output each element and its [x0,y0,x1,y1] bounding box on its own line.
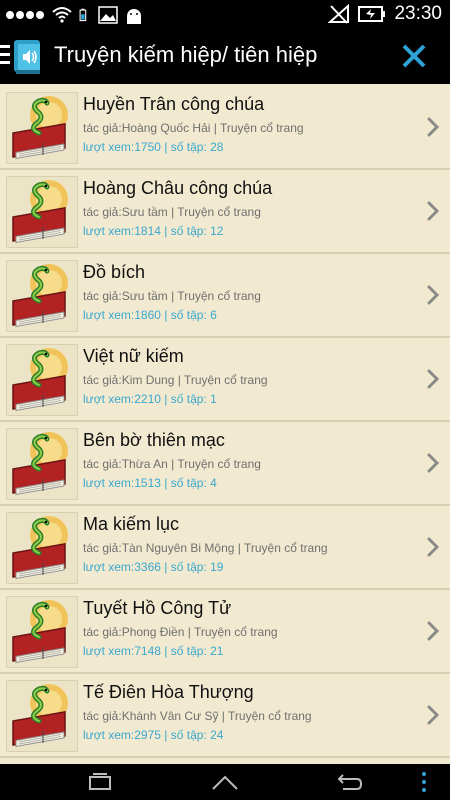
story-stats: lượt xem:7148 | số tập: 21 [83,644,224,658]
story-title: Tuyết Hồ Công Tử [83,598,232,618]
book-thumbnail [6,260,78,332]
story-author-genre: tác giả:Phong Điền | Truyện cổ trang [83,625,278,639]
story-stats: lượt xem:1513 | số tập: 4 [83,476,217,490]
back-icon[interactable] [333,770,365,794]
book-thumbnail [6,596,78,668]
battery-charging-icon [358,6,386,22]
drawer-menu-icon[interactable] [0,45,10,67]
snake-book-icon [12,96,68,160]
chevron-right-icon[interactable] [426,536,440,558]
story-stats: lượt xem:2210 | số tập: 1 [83,392,217,406]
overflow-menu-icon[interactable] [416,770,432,794]
book-thumbnail [6,680,78,752]
book-thumbnail [6,428,78,500]
image-icon [98,6,118,24]
snake-book-icon [12,180,68,244]
story-list: Huyền Trân công chúa tác giả:Hoàng Quốc … [0,86,450,764]
story-author-genre: tác giả:Tàn Nguyên Bi Mộng | Truyện cổ t… [83,541,328,555]
story-title: Tế Điên Hòa Thượng [83,682,254,702]
story-list-item[interactable]: Việt nữ kiếm tác giả:Kim Dung | Truyện c… [0,338,450,422]
wifi-icon [52,7,72,23]
navigation-bar [0,764,450,800]
story-list-item[interactable]: Ma kiếm lục tác giả:Tàn Nguyên Bi Mộng |… [0,506,450,590]
book-thumbnail [6,92,78,164]
page-title: Truyện kiếm hiệp/ tiên hiệp [54,42,318,67]
snake-book-icon [12,348,68,412]
battery-icon [79,8,87,22]
close-icon[interactable] [398,40,430,72]
android-icon [127,9,141,24]
story-list-item[interactable]: Hoàng Châu công chúa tác giả:Sưu tầm | T… [0,170,450,254]
story-author-genre: tác giả:Khánh Vân Cư Sỹ | Truyện cổ tran… [83,709,312,723]
story-title: Ma kiếm lục [83,514,180,534]
no-signal-icon [328,4,350,24]
chevron-right-icon[interactable] [426,704,440,726]
story-stats: lượt xem:1750 | số tập: 28 [83,140,224,154]
story-title: Huyền Trân công chúa [83,94,265,114]
book-thumbnail [6,512,78,584]
story-author-genre: tác giả:Hoàng Quốc Hải | Truyện cổ trang [83,121,304,135]
story-title: Hoàng Châu công chúa [83,178,273,198]
book-thumbnail [6,344,78,416]
story-stats: lượt xem:2975 | số tập: 24 [83,728,224,742]
snake-book-icon [12,600,68,664]
chevron-right-icon[interactable] [426,368,440,390]
story-list-item[interactable]: Bên bờ thiên mạc tác giả:Thừa An | Truyệ… [0,422,450,506]
story-list-item[interactable]: Đồ bích tác giả:Sưu tầm | Truyện cổ tran… [0,254,450,338]
recent-apps-icon[interactable] [84,770,116,794]
story-list-item[interactable]: Tuyết Hồ Công Tử tác giả:Phong Điền | Tr… [0,590,450,674]
chevron-right-icon[interactable] [426,200,440,222]
story-title: Đồ bích [83,262,146,282]
chevron-right-icon[interactable] [426,620,440,642]
snake-book-icon [12,684,68,748]
story-list-item[interactable]: Tế Điên Hòa Thượng tác giả:Khánh Vân Cư … [0,674,450,758]
signal-dots-icon [6,6,46,24]
snake-book-icon [12,264,68,328]
story-author-genre: tác giả:Kim Dung | Truyện cổ trang [83,373,268,387]
snake-book-icon [12,432,68,496]
status-icons-right: 23:30 [328,3,442,25]
chevron-right-icon[interactable] [426,116,440,138]
app-logo-icon[interactable] [12,36,46,76]
story-stats: lượt xem:3366 | số tập: 19 [83,560,224,574]
story-author-genre: tác giả:Sưu tầm | Truyện cổ trang [83,205,261,219]
action-bar: Truyện kiếm hiệp/ tiên hiệp [0,28,450,84]
story-title: Việt nữ kiếm [83,346,184,366]
status-bar: 23:30 [0,0,450,28]
chevron-right-icon[interactable] [426,284,440,306]
story-list-item[interactable]: Huyền Trân công chúa tác giả:Hoàng Quốc … [0,86,450,170]
story-author-genre: tác giả:Sưu tầm | Truyện cổ trang [83,289,261,303]
clock: 23:30 [394,3,442,24]
story-stats: lượt xem:1860 | số tập: 6 [83,308,217,322]
chevron-right-icon[interactable] [426,452,440,474]
story-stats: lượt xem:1814 | số tập: 12 [83,224,224,238]
status-icons-left [6,6,144,24]
story-title: Bên bờ thiên mạc [83,430,225,450]
book-thumbnail [6,176,78,248]
story-author-genre: tác giả:Thừa An | Truyện cổ trang [83,457,261,471]
home-icon[interactable] [209,770,241,794]
snake-book-icon [12,516,68,580]
